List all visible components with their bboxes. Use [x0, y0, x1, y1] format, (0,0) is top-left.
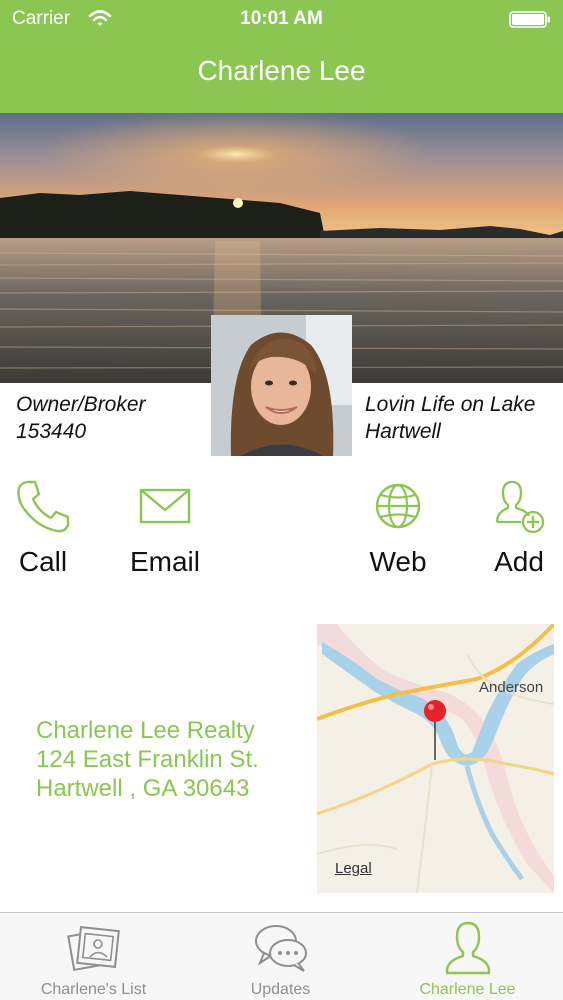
envelope-icon — [139, 488, 191, 524]
tab-charlene-lee[interactable]: Charlene Lee — [374, 913, 561, 1000]
call-button[interactable]: Call — [0, 476, 98, 578]
web-button[interactable]: Web — [343, 476, 453, 578]
globe-icon — [375, 483, 421, 529]
phone-icon — [17, 480, 70, 533]
battery-icon — [509, 11, 550, 28]
status-time: 10:01 AM — [240, 8, 323, 29]
agent-title: Owner/Broker — [16, 393, 146, 416]
chat-bubbles-icon — [254, 925, 307, 972]
map-legal-link[interactable]: Legal — [335, 860, 372, 877]
photos-icon — [66, 926, 120, 972]
tab-label: Updates — [250, 981, 311, 998]
add-label: Add — [494, 546, 544, 577]
navigation-header: Carrier 10:01 AM Charlene Lee — [0, 0, 563, 113]
map-city-label: Anderson — [479, 679, 544, 696]
avatar — [211, 315, 352, 456]
tab-label: Charlene Lee — [419, 981, 516, 998]
call-label: Call — [18, 546, 68, 577]
street-address: 124 East Franklin St. — [36, 746, 259, 773]
email-label: Email — [129, 546, 200, 577]
add-contact-icon — [495, 480, 545, 534]
add-contact-button[interactable]: Add — [464, 476, 563, 578]
status-bar: Carrier 10:01 AM — [0, 0, 563, 40]
map-graphic — [317, 624, 554, 893]
tab-bar: Charlene's List Updates Charlene Lee — [0, 912, 563, 1000]
city-state-zip: Hartwell , GA 30643 — [36, 775, 250, 802]
tab-updates[interactable]: Updates — [187, 913, 374, 1000]
agent-title-block: Owner/Broker 153440 — [16, 391, 146, 445]
page-title: Charlene Lee — [197, 55, 366, 86]
tab-charlenes-list[interactable]: Charlene's List — [0, 913, 187, 1000]
location-map[interactable]: Anderson Legal — [317, 624, 554, 893]
office-address[interactable]: Charlene Lee Realty 124 East Franklin St… — [36, 716, 259, 803]
tagline-line1: Lovin Life on Lake — [365, 393, 536, 416]
email-button[interactable]: Email — [110, 476, 220, 578]
license-number: 153440 — [16, 420, 87, 443]
person-icon — [445, 921, 490, 975]
office-name: Charlene Lee Realty — [36, 717, 255, 744]
agent-tagline: Lovin Life on Lake Hartwell — [365, 391, 560, 445]
tagline-line2: Hartwell — [365, 420, 441, 443]
tab-label: Charlene's List — [40, 981, 147, 998]
web-label: Web — [369, 546, 427, 577]
